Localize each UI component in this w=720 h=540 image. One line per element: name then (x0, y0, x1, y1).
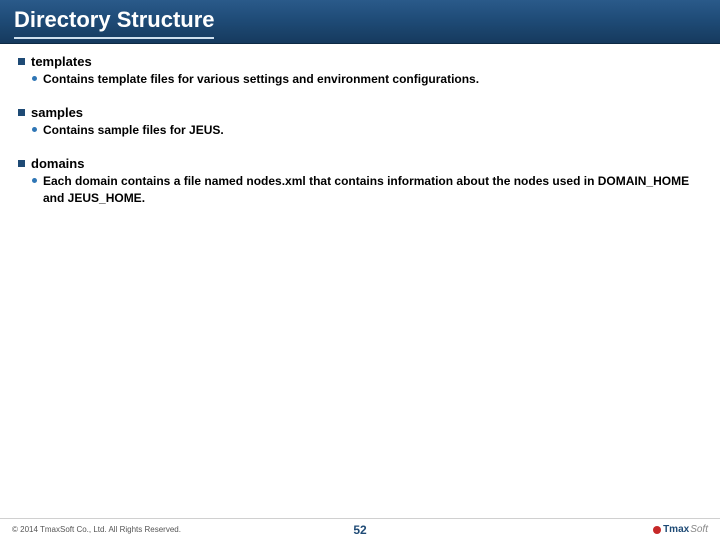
section-templates: templates Contains template files for va… (18, 54, 702, 87)
logo-main-text: Tmax (663, 524, 689, 535)
section-desc: Contains template files for various sett… (43, 71, 479, 87)
section-samples: samples Contains sample files for JEUS. (18, 105, 702, 138)
section-desc: Each domain contains a file named nodes.… (43, 173, 702, 205)
square-bullet-icon (18, 109, 25, 116)
logo-red-dot-icon (653, 526, 661, 534)
title-underline (14, 37, 214, 39)
section-bullet-row: Contains sample files for JEUS. (18, 122, 702, 138)
section-desc: Contains sample files for JEUS. (43, 122, 224, 138)
copyright-text: © 2014 TmaxSoft Co., Ltd. All Rights Res… (12, 525, 653, 534)
section-heading: samples (18, 105, 702, 120)
square-bullet-icon (18, 58, 25, 65)
company-logo: TmaxSoft (653, 524, 708, 535)
square-bullet-icon (18, 160, 25, 167)
dot-bullet-icon (32, 127, 37, 132)
slide-content: templates Contains template files for va… (0, 44, 720, 206)
slide-title: Directory Structure (14, 8, 706, 32)
section-heading: templates (18, 54, 702, 69)
section-title: templates (31, 54, 92, 69)
page-number: 52 (353, 523, 366, 537)
section-domains: domains Each domain contains a file name… (18, 156, 702, 205)
slide-footer: © 2014 TmaxSoft Co., Ltd. All Rights Res… (0, 518, 720, 540)
slide-header: Directory Structure (0, 0, 720, 44)
section-bullet-row: Each domain contains a file named nodes.… (18, 173, 702, 205)
section-title: domains (31, 156, 84, 171)
section-heading: domains (18, 156, 702, 171)
section-bullet-row: Contains template files for various sett… (18, 71, 702, 87)
dot-bullet-icon (32, 178, 37, 183)
dot-bullet-icon (32, 76, 37, 81)
section-title: samples (31, 105, 83, 120)
logo-sub-text: Soft (690, 524, 708, 535)
